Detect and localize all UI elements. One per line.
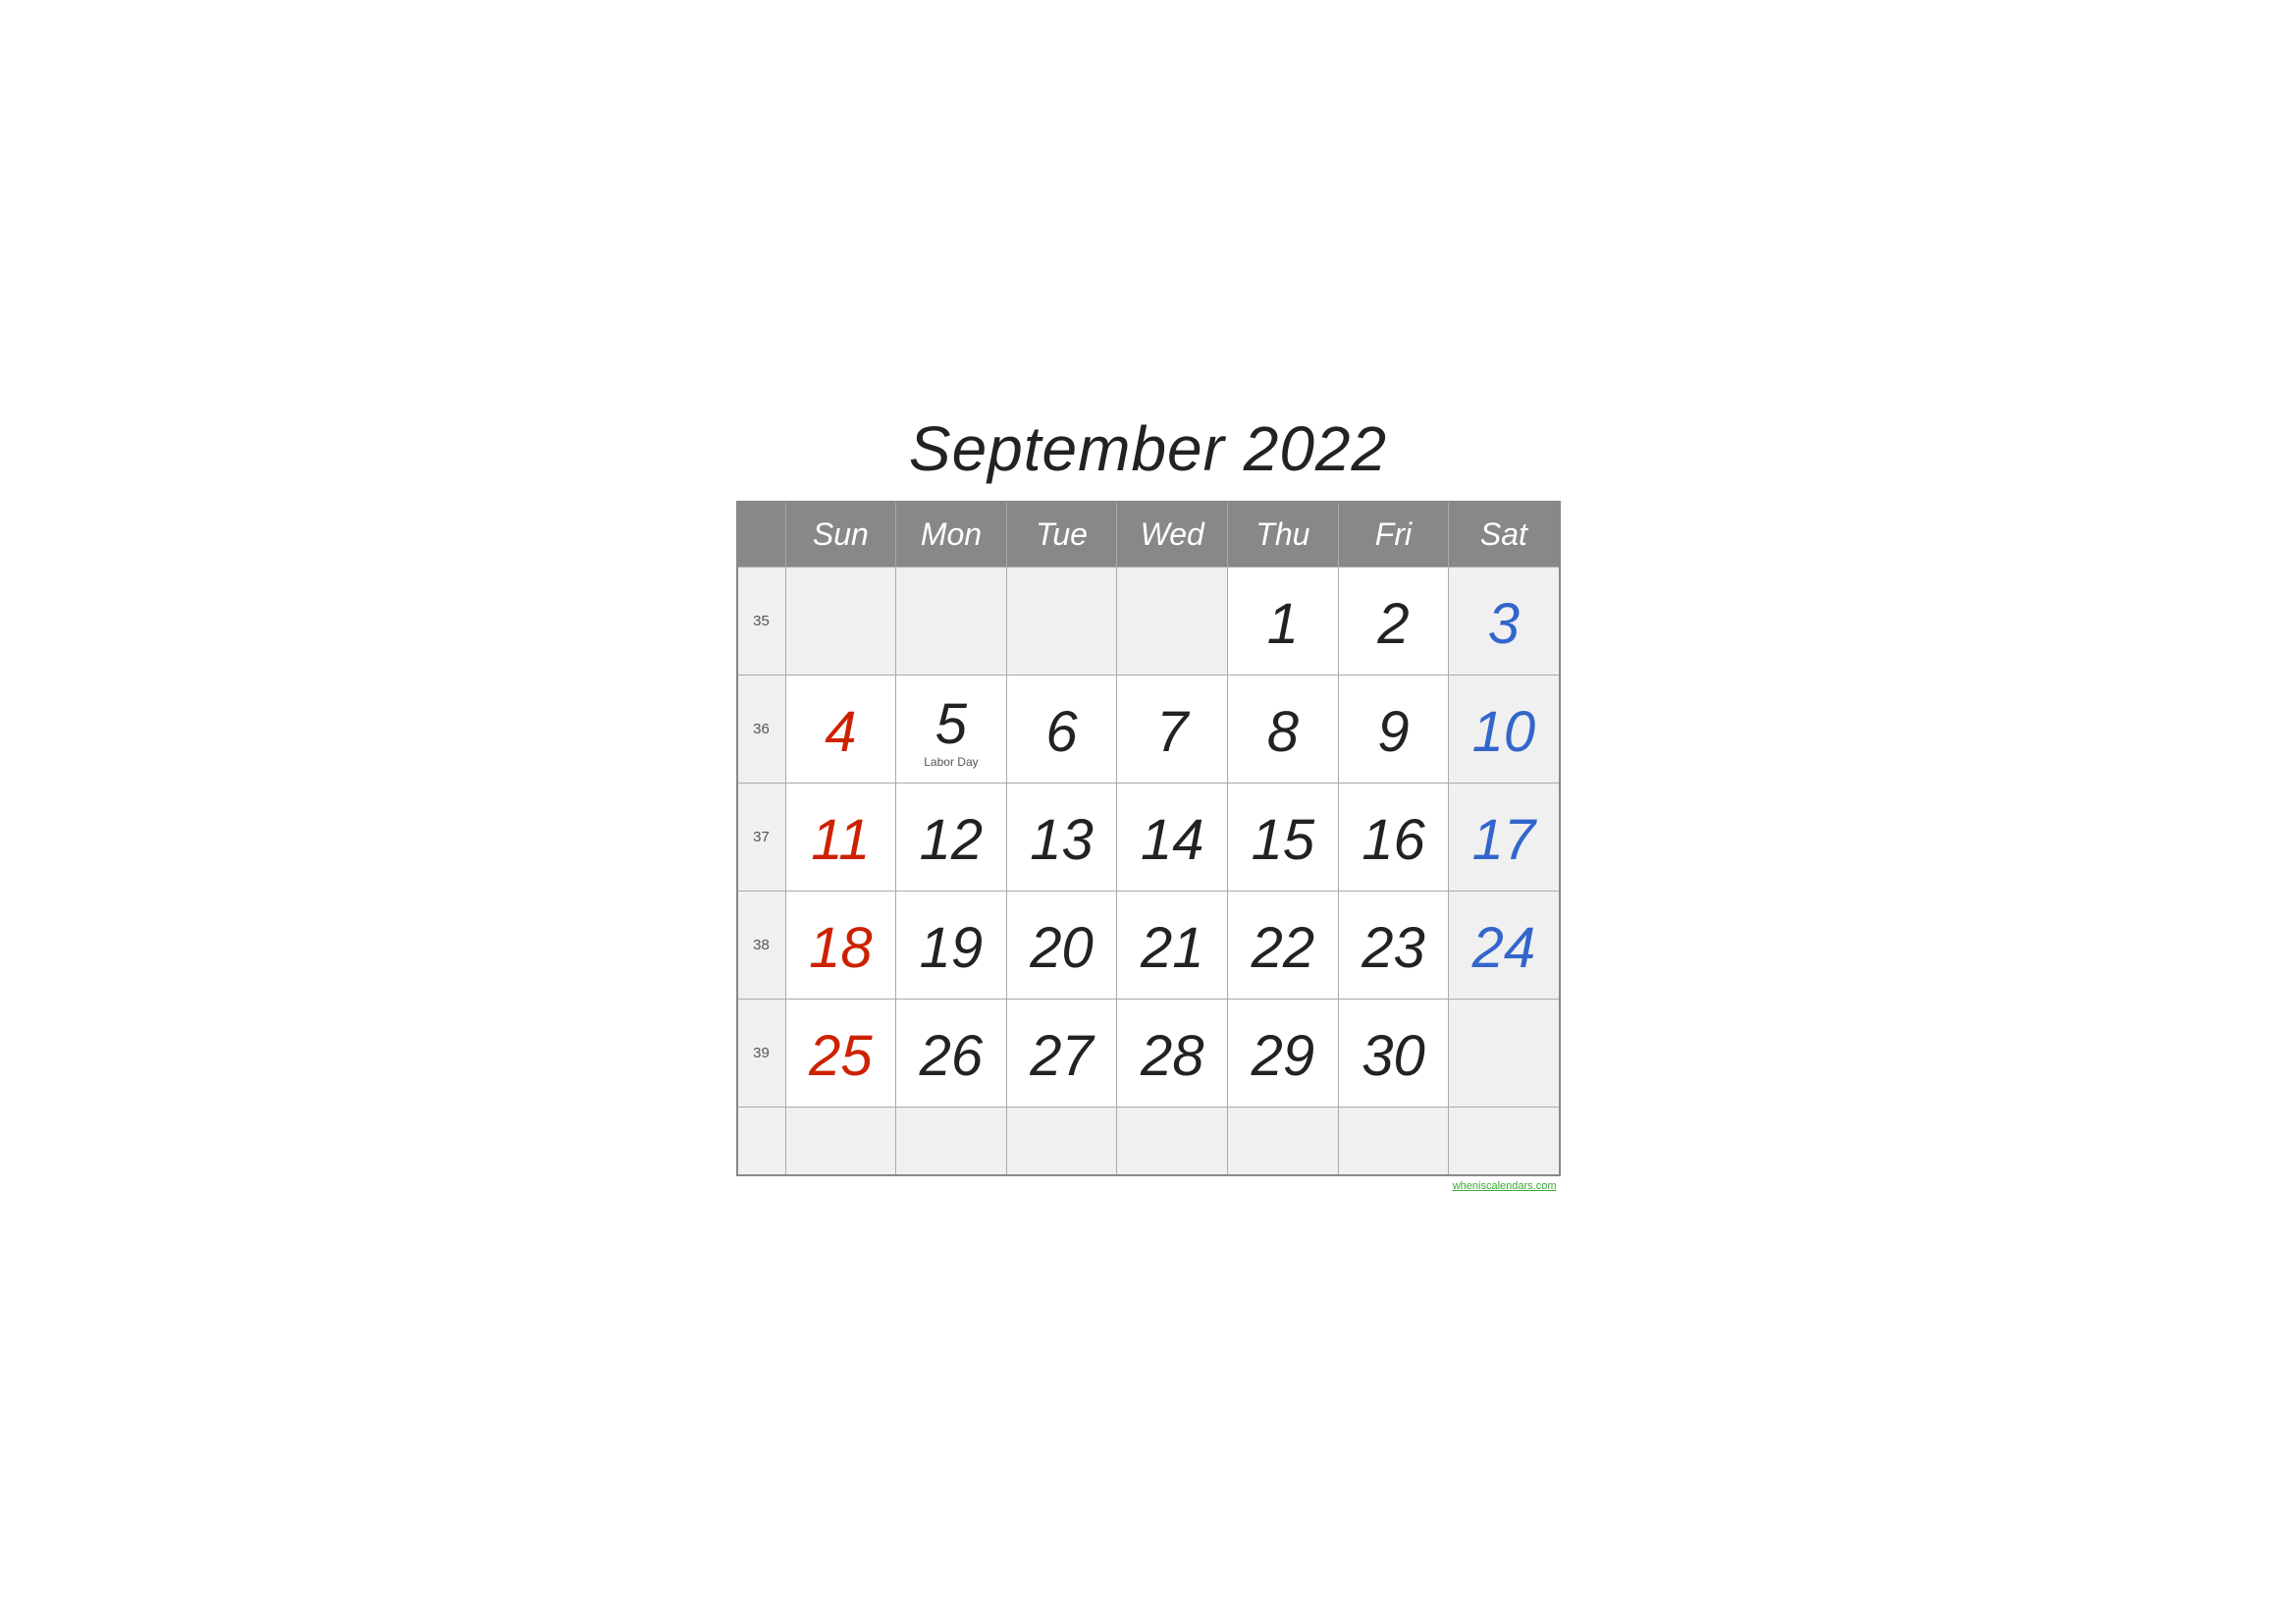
day-number: 15 (1236, 804, 1330, 869)
watermark[interactable]: wheniscalendars.com (736, 1180, 1561, 1192)
week-number: 37 (737, 783, 786, 891)
day-cell: 20 (1006, 891, 1117, 999)
calendar-table: No. Sun Mon Tue Wed Thu Fri Sat 35123364… (736, 501, 1561, 1177)
day-number: 24 (1457, 912, 1550, 977)
header-wed: Wed (1117, 502, 1228, 568)
day-number: 9 (1347, 696, 1441, 761)
day-number: 2 (1347, 588, 1441, 653)
day-cell: 25 (785, 999, 896, 1107)
day-number: 3 (1457, 588, 1550, 653)
day-number: 21 (1125, 912, 1219, 977)
day-cell: 13 (1006, 783, 1117, 891)
day-cell: 3 (1449, 567, 1560, 675)
day-cell: 27 (1006, 999, 1117, 1107)
week-number (737, 1107, 786, 1175)
day-cell: 10 (1449, 675, 1560, 783)
day-cell: 9 (1338, 675, 1449, 783)
header-row: No. Sun Mon Tue Wed Thu Fri Sat (737, 502, 1560, 568)
day-cell (896, 567, 1007, 675)
day-cell (785, 567, 896, 675)
day-cell (1449, 1107, 1560, 1175)
day-number: 20 (1015, 912, 1109, 977)
day-cell (1117, 1107, 1228, 1175)
day-cell: 2 (1338, 567, 1449, 675)
day-cell: 7 (1117, 675, 1228, 783)
day-cell: 1 (1228, 567, 1339, 675)
day-number: 26 (904, 1020, 998, 1085)
day-cell: 22 (1228, 891, 1339, 999)
day-cell: 15 (1228, 783, 1339, 891)
day-number: 16 (1347, 804, 1441, 869)
header-mon: Mon (896, 502, 1007, 568)
day-cell (896, 1107, 1007, 1175)
day-cell: 28 (1117, 999, 1228, 1107)
day-number: 22 (1236, 912, 1330, 977)
day-cell: 26 (896, 999, 1007, 1107)
day-number: 1 (1236, 588, 1330, 653)
empty-row (737, 1107, 1560, 1175)
day-number: 29 (1236, 1020, 1330, 1085)
header-fri: Fri (1338, 502, 1449, 568)
week-row: 371112 1314 15 1617 (737, 783, 1560, 891)
day-cell: 24 (1449, 891, 1560, 999)
day-number: 28 (1125, 1020, 1219, 1085)
holiday-label: Labor Day (904, 755, 998, 769)
day-number: 6 (1015, 696, 1109, 761)
day-number: 8 (1236, 696, 1330, 761)
header-thu: Thu (1228, 502, 1339, 568)
day-number: 17 (1457, 804, 1550, 869)
calendar-container: September 2022 No. Sun Mon Tue Wed Thu F… (707, 393, 1590, 1232)
day-number: 4 (794, 696, 888, 761)
week-number: 35 (737, 567, 786, 675)
day-cell: 4 (785, 675, 896, 783)
day-cell (1449, 999, 1560, 1107)
day-cell: 23 (1338, 891, 1449, 999)
week-number: 36 (737, 675, 786, 783)
day-cell: 21 (1117, 891, 1228, 999)
day-cell: 18 (785, 891, 896, 999)
day-number: 27 (1015, 1020, 1109, 1085)
week-row: 3645 Labor Day 678910 (737, 675, 1560, 783)
day-cell: 17 (1449, 783, 1560, 891)
day-number: 25 (794, 1020, 888, 1085)
week-row: 392526 2728 29 30 (737, 999, 1560, 1107)
day-cell: 30 (1338, 999, 1449, 1107)
week-number: 39 (737, 999, 786, 1107)
day-cell (1338, 1107, 1449, 1175)
header-tue: Tue (1006, 502, 1117, 568)
day-number: 11 (794, 804, 888, 869)
day-number: 10 (1457, 696, 1550, 761)
day-cell (1006, 567, 1117, 675)
calendar-title: September 2022 (736, 412, 1561, 485)
header-sun: Sun (785, 502, 896, 568)
day-number: 18 (794, 912, 888, 977)
day-number: 7 (1125, 696, 1219, 761)
day-number: 30 (1347, 1020, 1441, 1085)
day-cell (785, 1107, 896, 1175)
day-number: 14 (1125, 804, 1219, 869)
day-number: 5 (904, 688, 998, 753)
day-cell (1006, 1107, 1117, 1175)
day-cell: 16 (1338, 783, 1449, 891)
day-cell: 5 Labor Day (896, 675, 1007, 783)
week-row: 35 123 (737, 567, 1560, 675)
day-cell: 14 (1117, 783, 1228, 891)
day-number: 23 (1347, 912, 1441, 977)
day-number: 12 (904, 804, 998, 869)
watermark-link[interactable]: wheniscalendars.com (1453, 1180, 1557, 1192)
day-number: 13 (1015, 804, 1109, 869)
day-cell: 19 (896, 891, 1007, 999)
day-number: 19 (904, 912, 998, 977)
day-cell: 11 (785, 783, 896, 891)
week-row: 381819 2021 22 2324 (737, 891, 1560, 999)
header-sat: Sat (1449, 502, 1560, 568)
day-cell (1228, 1107, 1339, 1175)
day-cell: 12 (896, 783, 1007, 891)
day-cell: 29 (1228, 999, 1339, 1107)
day-cell (1117, 567, 1228, 675)
week-number: 38 (737, 891, 786, 999)
day-cell: 8 (1228, 675, 1339, 783)
day-cell: 6 (1006, 675, 1117, 783)
header-no: No. (737, 502, 786, 568)
